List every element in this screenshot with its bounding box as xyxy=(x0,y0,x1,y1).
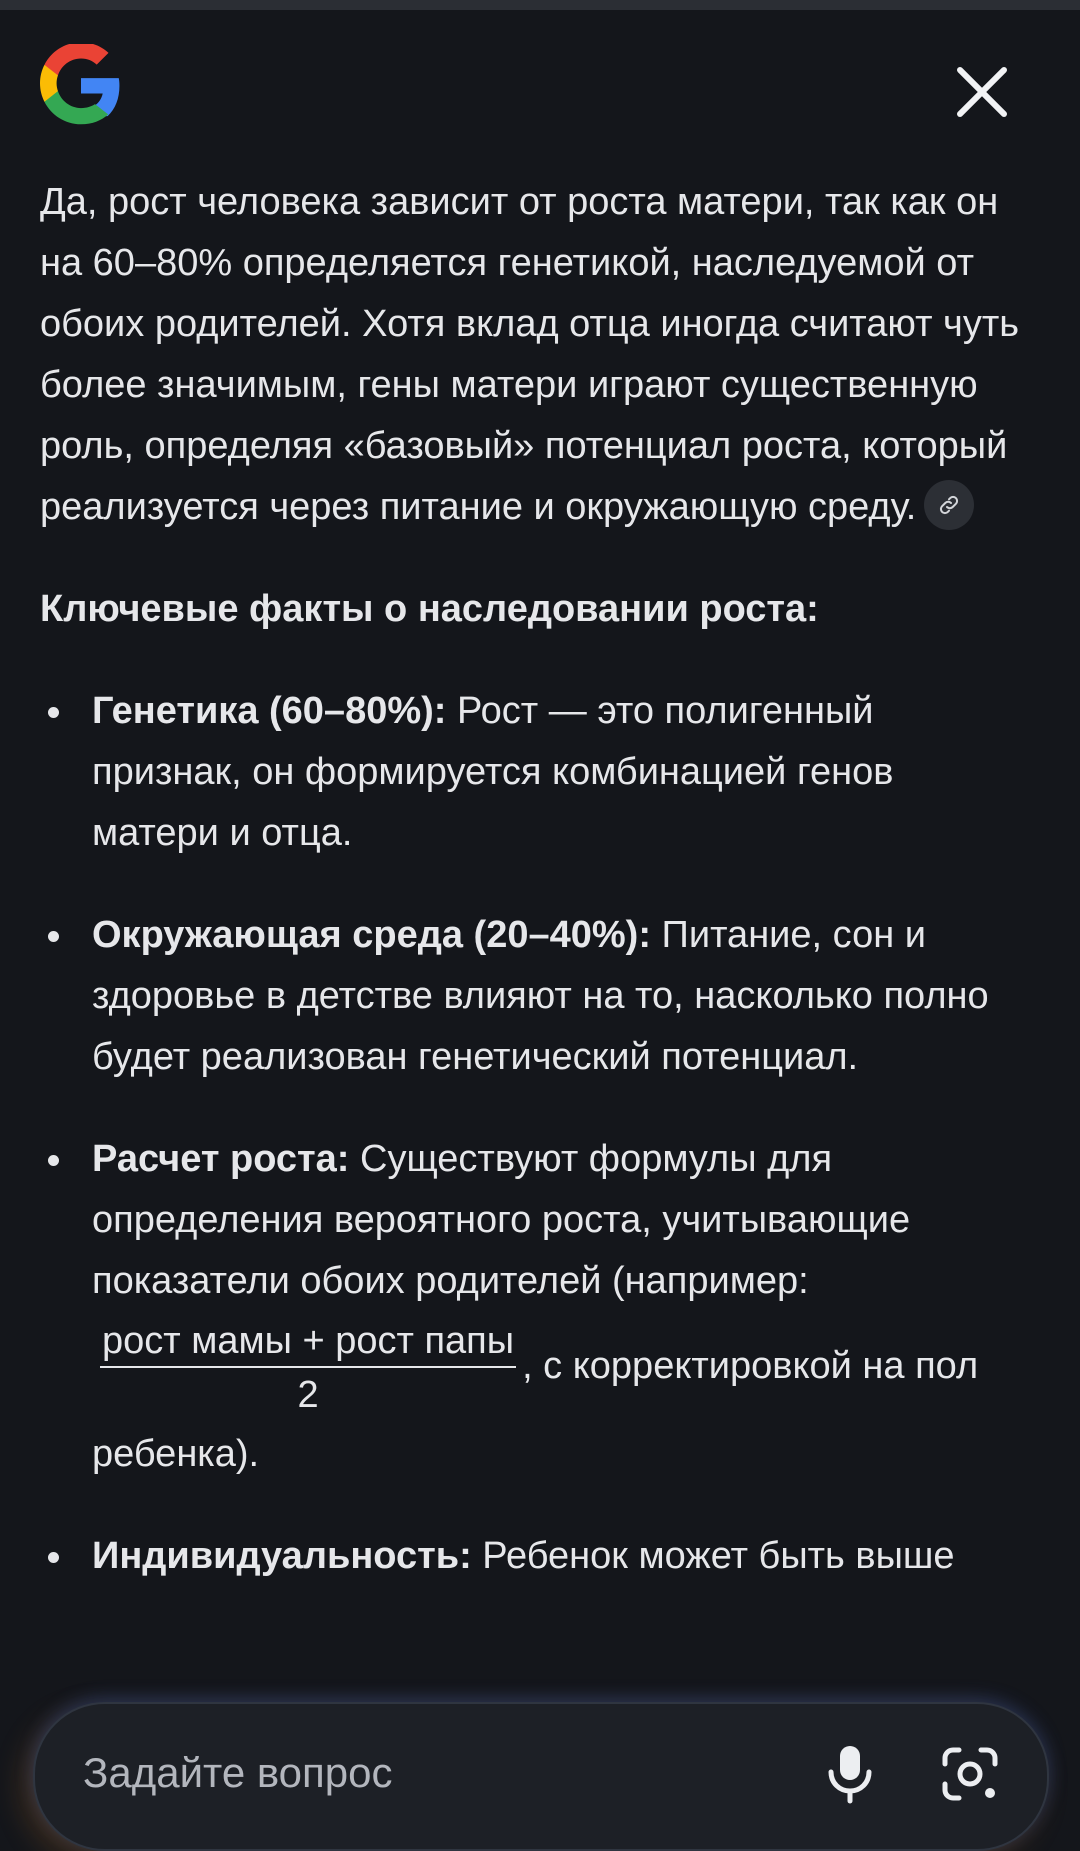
fact-text: Ребенок может быть выше xyxy=(471,1535,955,1577)
list-item: Окружающая среда (20–40%): Питание, сон … xyxy=(40,905,1030,1088)
list-item: Генетика (60–80%): Рост — это полигенный… xyxy=(40,681,1030,864)
answer-intro-text: Да, рост человека зависит от роста матер… xyxy=(40,181,1020,528)
close-icon xyxy=(957,67,1007,117)
source-link-button[interactable] xyxy=(924,479,975,530)
ask-input[interactable]: Задайте вопрос xyxy=(83,1749,393,1797)
height-formula: рост мамы + рост папы 2 xyxy=(100,1322,517,1416)
ask-bar[interactable]: Задайте вопрос xyxy=(33,1702,1049,1851)
top-divider xyxy=(0,0,1080,10)
formula-denominator: 2 xyxy=(297,1374,319,1416)
formula-numerator: рост мамы + рост папы xyxy=(100,1322,517,1368)
link-icon xyxy=(940,495,959,515)
microphone-icon[interactable] xyxy=(825,1744,875,1804)
facts-list: Генетика (60–80%): Рост — это полигенный… xyxy=(40,681,1030,1587)
google-logo-icon xyxy=(40,42,122,126)
list-item: Индивидуальность: Ребенок может быть выш… xyxy=(40,1526,1030,1587)
list-item: Расчет роста: Существуют формулы для опр… xyxy=(40,1129,1030,1485)
close-button[interactable] xyxy=(952,62,1012,122)
answer-intro: Да, рост человека зависит от роста матер… xyxy=(40,172,1030,538)
fact-title: Расчет роста: xyxy=(92,1138,350,1180)
ai-answer: Да, рост человека зависит от роста матер… xyxy=(40,172,1030,1628)
facts-heading: Ключевые факты о наследовании роста: xyxy=(40,588,819,630)
fact-title: Окружающая среда (20–40%): xyxy=(92,914,651,956)
camera-search-icon[interactable] xyxy=(941,1746,999,1802)
fact-title: Генетика (60–80%): xyxy=(92,690,447,732)
fact-title: Индивидуальность: xyxy=(92,1535,472,1577)
